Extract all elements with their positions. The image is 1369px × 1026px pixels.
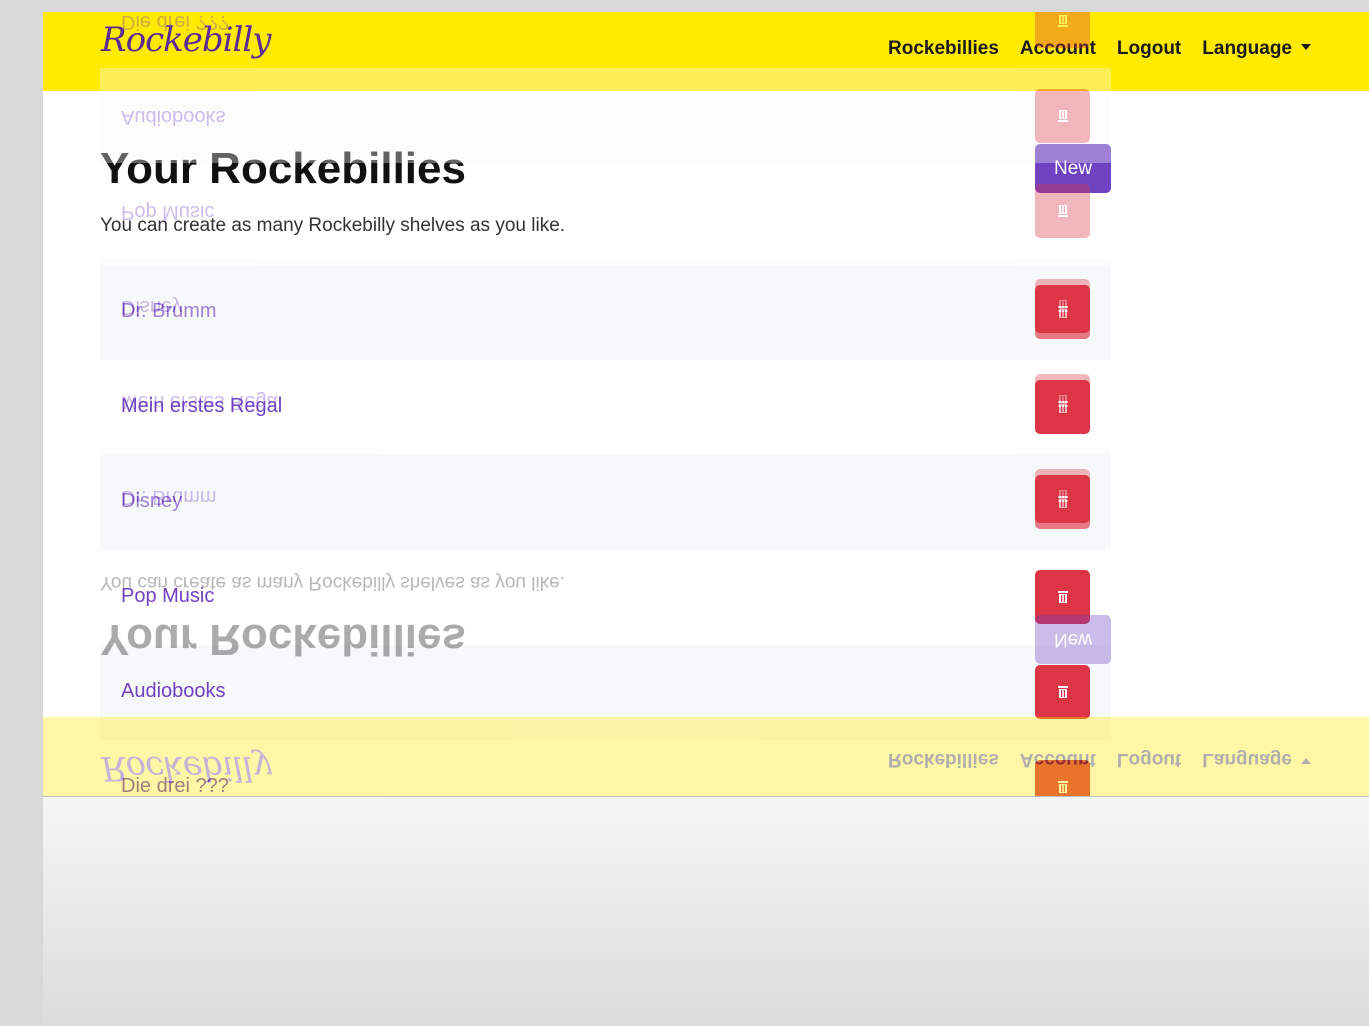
shelf-link[interactable]: Die drei ??? (121, 775, 229, 796)
nav-rockebillies-link[interactable]: Rockebillies (888, 38, 999, 60)
nav-account-link[interactable]: Account (1020, 38, 1096, 60)
page-title: Your Rockebillies (100, 144, 466, 193)
new-shelf-button[interactable]: New (1035, 144, 1111, 193)
shelf-row: Dr. Brumm (100, 265, 1111, 360)
shelf-link[interactable]: Pop Music (121, 585, 214, 608)
nav-logout-link[interactable]: Logout (1117, 38, 1181, 60)
delete-shelf-button[interactable] (1035, 760, 1090, 796)
shelf-row: Disney (100, 455, 1111, 550)
delete-shelf-button[interactable] (1035, 285, 1090, 339)
delete-shelf-button[interactable] (1035, 570, 1090, 624)
trash-icon (1057, 686, 1068, 698)
page-subtitle: You can create as many Rockebilly shelve… (100, 215, 566, 236)
shelf-link[interactable]: Mein erstes Regal (121, 395, 282, 418)
trash-icon (1057, 401, 1068, 413)
shelf-row: Mein erstes Regal (100, 360, 1111, 455)
brand-logo[interactable]: Rockebilly (101, 20, 271, 60)
navbar: Rockebilly Rockebillies Account Logout L… (43, 12, 1369, 91)
shelf-link[interactable]: Disney (121, 490, 182, 513)
nav-links: Rockebillies Account Logout Language (888, 38, 1311, 60)
shelf-row: Die drei ??? (100, 740, 1111, 796)
language-label: Language (1202, 38, 1292, 59)
shelf-link[interactable]: Dr. Brumm (121, 300, 217, 323)
trash-icon (1057, 306, 1068, 318)
caret-down-icon (1301, 44, 1311, 50)
delete-shelf-button[interactable] (1035, 475, 1090, 529)
trash-icon (1057, 781, 1068, 793)
delete-shelf-button[interactable] (1035, 380, 1090, 434)
language-dropdown[interactable]: Language (1202, 38, 1311, 60)
shelf-row: Pop Music (100, 550, 1111, 645)
shelf-list: Dr. Brumm Mein erstes Regal Disney Pop M… (100, 265, 1111, 796)
trash-icon (1057, 591, 1068, 603)
shelf-link[interactable]: Audiobooks (121, 680, 226, 703)
reflection-overlay (43, 796, 1369, 1026)
trash-icon (1057, 496, 1068, 508)
app-window: Rockebilly Rockebillies Account Logout L… (43, 12, 1369, 796)
delete-shelf-button[interactable] (1035, 665, 1090, 719)
shelf-row: Audiobooks (100, 645, 1111, 740)
app-stage: Rockebilly Rockebillies Account Logout L… (43, 12, 1369, 1026)
